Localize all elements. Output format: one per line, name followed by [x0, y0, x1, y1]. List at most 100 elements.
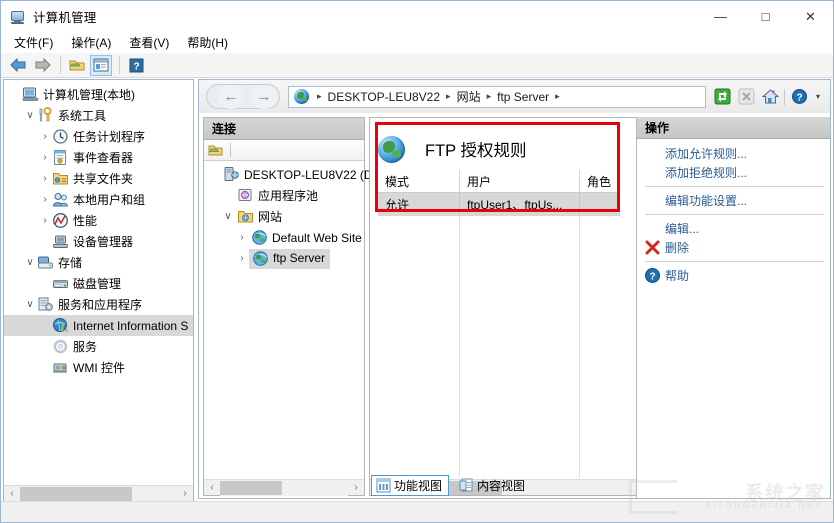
home-button[interactable]	[760, 87, 780, 107]
tree-expander-icon[interactable]: ›	[38, 189, 52, 210]
column-header-role[interactable]: 角色	[580, 170, 620, 192]
tree-item-1[interactable]: ∨ 系统工具	[4, 105, 193, 126]
action-add-allow-rule[interactable]: 添加允许规则...	[637, 144, 830, 163]
tree-item-5[interactable]: › 本地用户和组	[4, 189, 193, 210]
back-button[interactable]	[7, 55, 29, 76]
console-tree-hscrollbar[interactable]: ‹ ›	[3, 485, 194, 502]
connections-hscrollbar[interactable]: ‹ ›	[204, 479, 364, 496]
services-gear-icon	[52, 338, 69, 355]
tree-item-label: Internet Information S	[73, 318, 189, 333]
red-x-icon	[644, 240, 661, 256]
maximize-button[interactable]: □	[743, 1, 788, 32]
tree-expander-placeholder	[38, 315, 52, 336]
tree-expander-icon[interactable]: ∨	[221, 206, 235, 227]
conn-scroll-track[interactable]	[220, 479, 348, 496]
tree-expander-placeholder	[207, 164, 221, 185]
scroll-left-arrow[interactable]: ‹	[4, 486, 20, 502]
iis-help-button[interactable]: ?	[789, 87, 809, 107]
breadcrumb-server[interactable]: DESKTOP-LEU8V22	[328, 90, 441, 104]
iis-address-bar: ← → ▸ DESKTOP-LEU8V22 ▸ 网站 ▸ ftp Server …	[199, 80, 830, 113]
tree-expander-icon[interactable]: ›	[38, 168, 52, 189]
storage-icon	[37, 254, 54, 271]
help-button[interactable]: ?	[125, 55, 147, 76]
tab-content-view[interactable]: 内容视图	[455, 475, 531, 496]
chevron-down-icon[interactable]: ▾	[813, 87, 823, 107]
tree-item-label: 共享文件夹	[73, 172, 134, 186]
tree-expander-icon[interactable]: ›	[38, 126, 52, 147]
action-add-deny-rule[interactable]: 添加拒绝规则...	[637, 163, 830, 182]
action-add-deny-rule-label: 添加拒绝规则...	[665, 166, 748, 180]
table-row[interactable]: 允许 ftpUser1、ftpUs...	[378, 193, 620, 216]
tree-item-2[interactable]: › 任务计划程序	[4, 126, 193, 147]
conn-scroll-right[interactable]: ›	[348, 480, 364, 496]
connect-folder-icon[interactable]	[208, 143, 224, 158]
menu-help[interactable]: 帮助(H)	[182, 32, 237, 54]
properties-button[interactable]	[90, 54, 112, 76]
tab-features-view[interactable]: 功能视图	[371, 474, 450, 496]
connection-node-0[interactable]: DESKTOP-LEU8V22 (DES	[204, 164, 389, 185]
menu-action[interactable]: 操作(A)	[66, 32, 120, 54]
column-header-user[interactable]: 用户	[460, 170, 580, 192]
close-button[interactable]: ✕	[788, 1, 833, 32]
action-edit[interactable]: 编辑...	[637, 219, 830, 238]
scroll-right-arrow[interactable]: ›	[177, 486, 193, 502]
show-hide-console-tree-button[interactable]	[66, 55, 88, 76]
iis-back-button[interactable]: ←	[218, 84, 244, 109]
connection-node-3[interactable]: › Default Web Site	[204, 227, 364, 248]
breadcrumb-ftp-server[interactable]: ftp Server	[497, 90, 549, 104]
actions-divider	[645, 261, 824, 262]
tab-content-view-label: 内容视图	[477, 478, 526, 493]
tree-item-0[interactable]: 计算机管理(本地)	[4, 84, 193, 105]
tree-item-6[interactable]: › 性能	[4, 210, 193, 231]
tree-item-10[interactable]: ∨ 服务和应用程序	[4, 294, 193, 315]
chevron-down-icon: ∨	[26, 256, 34, 268]
globe-icon	[378, 135, 405, 163]
tree-item-8[interactable]: ∨ 存储	[4, 252, 193, 273]
globe-icon	[252, 250, 269, 267]
action-edit-feature-settings[interactable]: 编辑功能设置...	[637, 191, 830, 210]
iis-forward-button[interactable]: →	[251, 84, 277, 109]
scroll-thumb[interactable]	[20, 486, 132, 501]
tree-expander-icon[interactable]: ›	[38, 210, 52, 231]
tree-item-13[interactable]: WMI 控件	[4, 357, 193, 378]
tree-expander-icon[interactable]: ∨	[23, 252, 37, 273]
stop-button[interactable]	[736, 87, 756, 107]
svg-text:?: ?	[649, 271, 655, 282]
tree-item-12[interactable]: 服务	[4, 336, 193, 357]
scroll-track[interactable]	[20, 485, 177, 502]
tree-expander-icon[interactable]: ∨	[23, 294, 37, 315]
action-icon-placeholder	[644, 193, 661, 209]
conn-scroll-thumb[interactable]	[220, 480, 282, 495]
forward-button[interactable]	[31, 55, 53, 76]
breadcrumb-sites[interactable]: 网站	[457, 88, 481, 105]
column-header-mode[interactable]: 模式	[378, 170, 460, 192]
arrow-left-icon	[9, 58, 25, 72]
action-icon-placeholder	[644, 146, 661, 162]
connection-node-1[interactable]: 应用程序池	[204, 185, 364, 206]
tree-expander-icon[interactable]: ∨	[23, 105, 37, 126]
tree-item-3[interactable]: ›! 事件查看器	[4, 147, 193, 168]
action-help[interactable]: ? 帮助	[637, 266, 830, 285]
tree-item-7[interactable]: 设备管理器	[4, 231, 193, 252]
actions-pane: 操作 添加允许规则... 添加拒绝规则... 编辑功能设置... 编辑... 删除? 帮助	[636, 117, 830, 498]
toolbar: ?	[1, 53, 833, 78]
refresh-button[interactable]	[712, 87, 732, 107]
breadcrumb-bar[interactable]: ▸ DESKTOP-LEU8V22 ▸ 网站 ▸ ftp Server ▸	[288, 85, 706, 108]
tree-expander-icon[interactable]: ›	[235, 227, 249, 248]
conn-scroll-left[interactable]: ‹	[204, 480, 220, 496]
tree-item-9[interactable]: 磁盘管理	[4, 273, 193, 294]
connection-node-4[interactable]: › ftp Server	[204, 248, 364, 269]
tree-expander-icon[interactable]: ›	[235, 248, 249, 269]
tree-item-4[interactable]: › 共享文件夹	[4, 168, 193, 189]
tree-item-label: 磁盘管理	[73, 277, 122, 291]
action-delete[interactable]: 删除	[637, 238, 830, 257]
minimize-button[interactable]: —	[698, 1, 743, 32]
tree-item-11[interactable]: Internet Information S	[4, 315, 193, 336]
tree-expander-icon[interactable]: ›	[38, 147, 52, 168]
menu-file[interactable]: 文件(F)	[9, 32, 62, 54]
connection-node-2[interactable]: ∨ 网站	[204, 206, 364, 227]
app-pool-icon	[237, 187, 254, 204]
console-tree: 计算机管理(本地) ∨ 系统工具 › 任务计划程序 ›! 事件查看器 › 共享文件夹 › 本地用户和…	[4, 80, 193, 378]
tree-item-label: 事件查看器	[73, 151, 134, 165]
menu-view[interactable]: 查看(V)	[124, 32, 178, 54]
